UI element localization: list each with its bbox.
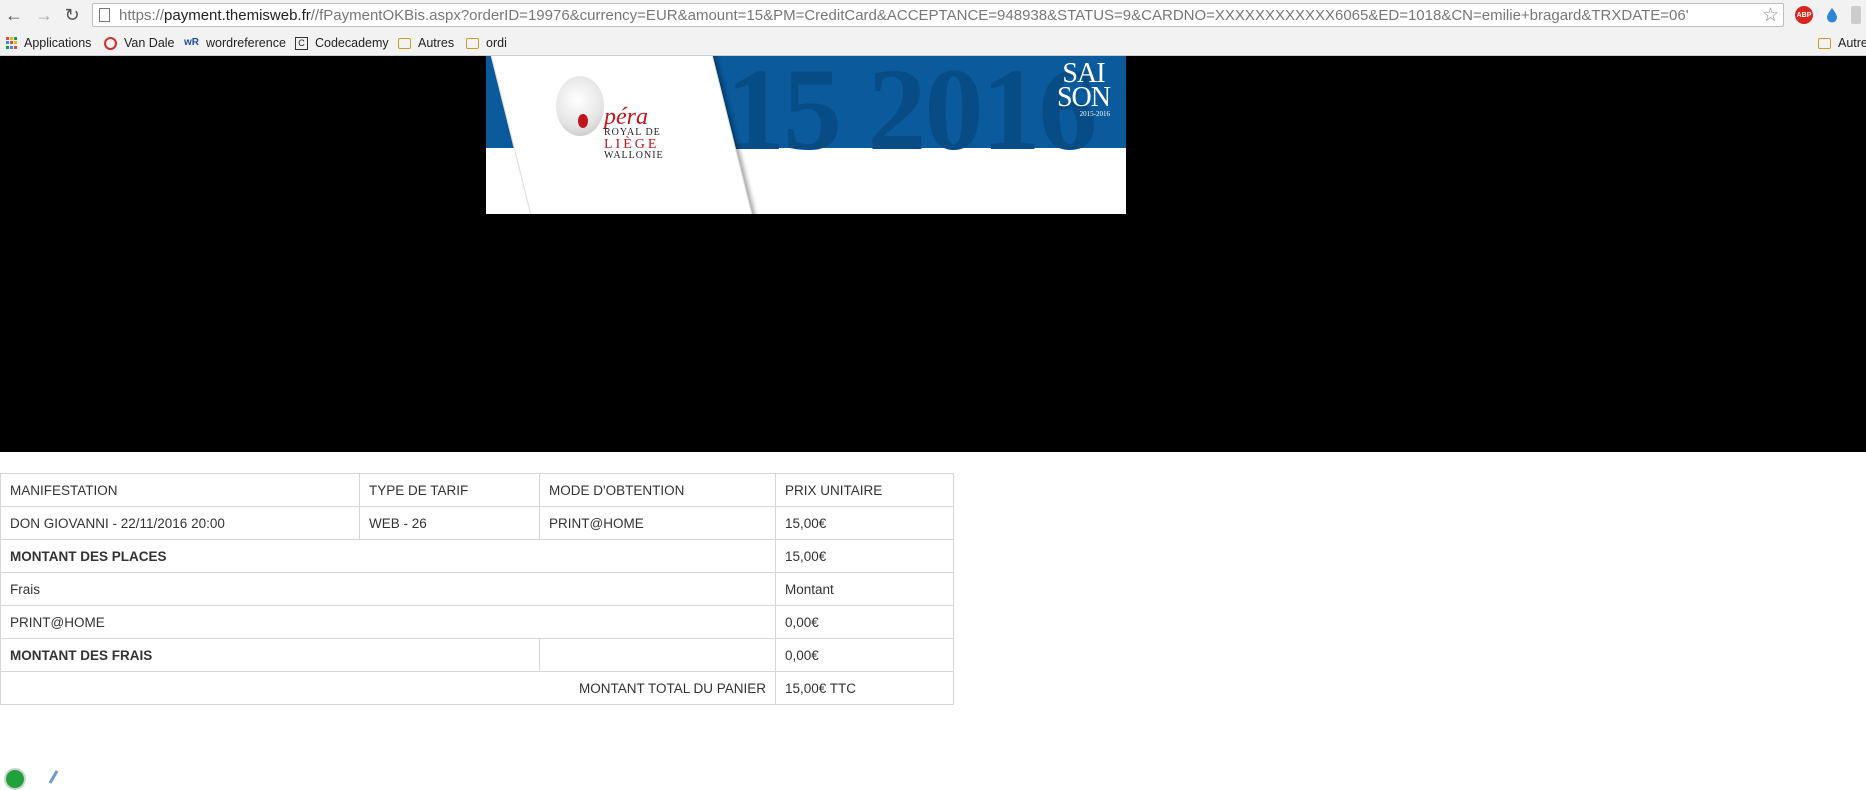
bookmark-folder-autres[interactable]: Autres (398, 35, 454, 51)
table-row-montant-places: MONTANT DES PLACES 15,00€ (0, 539, 954, 573)
wordreference-icon: wR (184, 36, 199, 48)
van-dale-icon (104, 36, 117, 50)
montant-places-value: 15,00€ (775, 539, 954, 573)
bookmark-label: Autre (1838, 36, 1866, 50)
printhome-label: PRINT@HOME (0, 605, 776, 639)
extension-icon[interactable] (1851, 6, 1861, 24)
bookmark-label: Codecademy (315, 36, 389, 50)
table-row-total: MONTANT TOTAL DU PANIER 15,00€ TTC (0, 671, 954, 705)
header-type-tarif: TYPE DE TARIF (359, 473, 540, 507)
cell-prix-unitaire: 15,00€ (775, 506, 954, 540)
url-text[interactable]: https://payment.themisweb.fr//fPaymentOK… (119, 7, 1755, 24)
page-icon (99, 8, 110, 22)
bookmark-label: Van Dale (124, 36, 175, 50)
logo-wallonie: WALLONIE (604, 150, 664, 161)
folder-icon (1818, 37, 1831, 49)
table-header-row: MANIFESTATION TYPE DE TARIF MODE D'OBTEN… (0, 473, 954, 507)
page-content: 15 2016 SAI SON 2015-2016 péra ROYAL DE … (0, 56, 1866, 790)
table-row-montant-frais: MONTANT DES FRAIS 0,00€ (0, 638, 954, 672)
order-summary-table: MANIFESTATION TYPE DE TARIF MODE D'OBTEN… (0, 473, 954, 705)
table-row-frais-header: Frais Montant (0, 572, 954, 606)
browser-toolbar: ← → ↻ https://payment.themisweb.fr//fPay… (0, 0, 1866, 30)
bookmark-van-dale[interactable]: Van Dale (104, 35, 175, 51)
table-row: DON GIOVANNI - 22/11/2016 20:00 WEB - 26… (0, 506, 954, 540)
saison-line2: SON (1056, 82, 1111, 113)
montant-places-label: MONTANT DES PLACES (0, 539, 776, 573)
montant-frais-value: 0,00€ (775, 638, 954, 672)
banner-season-year: 15 2016 (726, 56, 1097, 175)
folder-icon (466, 37, 479, 49)
cell-mode-obtention: PRINT@HOME (539, 506, 776, 540)
bookmark-codecademy[interactable]: C Codecademy (295, 35, 389, 51)
forward-arrow-icon[interactable]: → (34, 5, 54, 25)
url-prefix: https:// (119, 7, 165, 24)
header-mode-obtention: MODE D'OBTENTION (539, 473, 776, 507)
montant-frais-label: MONTANT DES FRAIS (0, 638, 540, 672)
bookmark-star-icon[interactable]: ☆ (1762, 4, 1779, 27)
codecademy-icon: C (295, 36, 308, 50)
back-arrow-icon[interactable]: ← (4, 5, 24, 25)
url-path: //fPaymentOKBis.aspx?orderID=19976&curre… (310, 7, 1689, 24)
pencil-icon[interactable] (48, 770, 59, 784)
bookmark-folder-other[interactable]: Autre (1818, 35, 1866, 51)
adblock-icon[interactable]: ABP (1795, 6, 1813, 24)
header-prix-unitaire: PRIX UNITAIRE (775, 473, 954, 507)
bookmark-label: ordi (486, 36, 507, 50)
folder-icon (398, 37, 411, 49)
frais-label: Frais (0, 572, 776, 606)
bookmark-applications[interactable]: Applications (6, 35, 91, 51)
bookmark-wordreference[interactable]: wR wordreference (184, 35, 286, 51)
green-circle-icon[interactable] (4, 768, 26, 790)
opera-banner: 15 2016 SAI SON 2015-2016 péra ROYAL DE … (486, 56, 1126, 214)
total-value: 15,00€ TTC (775, 671, 954, 705)
url-host: payment.themisweb.fr (164, 7, 311, 24)
header-manifestation: MANIFESTATION (0, 473, 360, 507)
bookmark-folder-ordi[interactable]: ordi (466, 35, 507, 51)
cell-manifestation: DON GIOVANNI - 22/11/2016 20:00 (0, 506, 360, 540)
bookmark-label: wordreference (206, 36, 286, 50)
apps-grid-icon (6, 36, 17, 50)
opera-logo-text: péra ROYAL DE LIÈGE WALLONIE (604, 104, 664, 161)
table-row-printhome: PRINT@HOME 0,00€ (0, 605, 954, 639)
frais-montant-header: Montant (775, 572, 954, 606)
cell-type-tarif: WEB - 26 (359, 506, 540, 540)
bookmark-label: Autres (418, 36, 455, 50)
opera-mouth (578, 114, 588, 128)
logo-opera: péra (604, 104, 648, 130)
montant-frais-empty (539, 638, 776, 672)
saison-logo: SAI SON 2015-2016 (1056, 60, 1111, 119)
bookmarks-bar: Applications Van Dale wR wordreference C… (0, 30, 1866, 56)
bottom-icons (0, 760, 120, 790)
total-label: MONTANT TOTAL DU PANIER (0, 671, 776, 705)
adblock-label: ABP (1796, 11, 1812, 19)
drop-extension-icon[interactable] (1823, 6, 1841, 24)
bookmark-label: Applications (24, 36, 92, 50)
reload-icon[interactable]: ↻ (62, 5, 82, 25)
printhome-value: 0,00€ (775, 605, 954, 639)
address-bar[interactable]: https://payment.themisweb.fr//fPaymentOK… (92, 3, 1784, 27)
